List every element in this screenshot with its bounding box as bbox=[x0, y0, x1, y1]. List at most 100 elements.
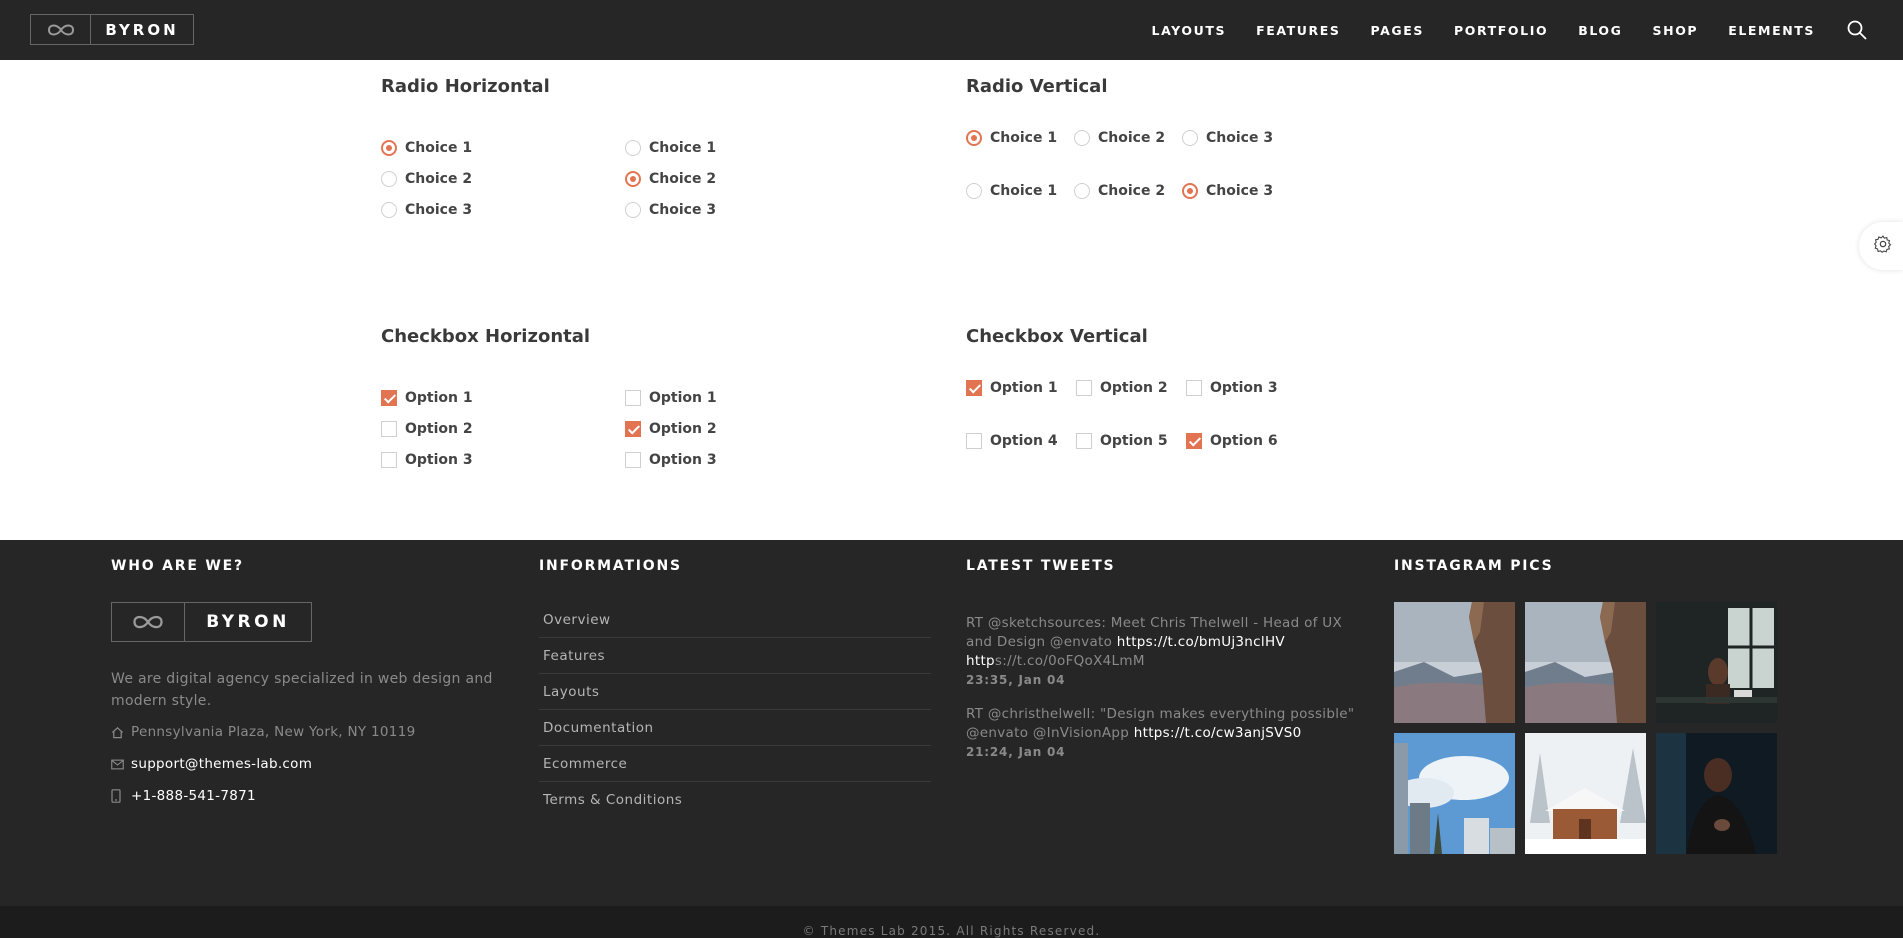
checkbox-option[interactable]: Option 5 bbox=[1076, 433, 1168, 449]
radio-option[interactable]: Choice 1 bbox=[966, 183, 1057, 199]
radio-option[interactable]: Choice 2 bbox=[1074, 130, 1165, 146]
radio-checked[interactable] bbox=[625, 171, 641, 187]
radio-unchecked[interactable] bbox=[625, 202, 641, 218]
checkbox-label: Option 2 bbox=[1100, 380, 1168, 396]
address-text: Pennsylvania Plaza, New York, NY 10119 bbox=[131, 724, 416, 740]
footer-link-ecommerce[interactable]: Ecommerce bbox=[539, 746, 931, 782]
email-link[interactable]: support@themes-lab.com bbox=[131, 756, 312, 772]
checkbox-unchecked[interactable] bbox=[625, 452, 641, 468]
checkbox-unchecked[interactable] bbox=[1076, 380, 1092, 396]
tweet-time: 21:24, Jan 04 bbox=[966, 745, 1066, 759]
footer-address: Pennsylvania Plaza, New York, NY 10119 bbox=[111, 724, 415, 740]
checkbox-option[interactable]: Option 6 bbox=[1186, 433, 1278, 449]
instagram-pic-snow-cabin[interactable] bbox=[1525, 733, 1646, 854]
nav-layouts[interactable]: LAYOUTS bbox=[1152, 23, 1227, 38]
instagram-pic-city-sky[interactable] bbox=[1394, 733, 1515, 854]
radio-option[interactable]: Choice 1 bbox=[381, 140, 472, 156]
radio-label: Choice 2 bbox=[1098, 183, 1166, 199]
footer-link-overview[interactable]: Overview bbox=[539, 602, 931, 638]
tweet-link-2-rest[interactable]: s://t.co/0oFQoX4LmM bbox=[995, 653, 1145, 669]
radio-option[interactable]: Choice 2 bbox=[625, 171, 716, 187]
checkbox-option[interactable]: Option 1 bbox=[381, 390, 473, 406]
nav-features[interactable]: FEATURES bbox=[1256, 23, 1340, 38]
radio-unchecked[interactable] bbox=[381, 202, 397, 218]
checkbox-option[interactable]: Option 3 bbox=[1186, 380, 1278, 396]
settings-panel-toggle[interactable] bbox=[1859, 222, 1903, 270]
main-nav: LAYOUTS FEATURES PAGES PORTFOLIO BLOG SH… bbox=[1152, 0, 1903, 60]
footer-link-documentation[interactable]: Documentation bbox=[539, 710, 931, 746]
radio-checked[interactable] bbox=[381, 140, 397, 156]
nav-shop[interactable]: SHOP bbox=[1653, 23, 1699, 38]
footer-link-terms[interactable]: Terms & Conditions bbox=[539, 782, 931, 818]
search-icon[interactable] bbox=[1847, 20, 1867, 40]
radio-option[interactable]: Choice 2 bbox=[381, 171, 472, 187]
nav-blog[interactable]: BLOG bbox=[1578, 23, 1622, 38]
checkbox-option[interactable]: Option 2 bbox=[381, 421, 473, 437]
checkbox-unchecked[interactable] bbox=[966, 433, 982, 449]
radio-unchecked[interactable] bbox=[1074, 183, 1090, 199]
radio-vertical-title: Radio Vertical bbox=[966, 76, 1108, 97]
instagram-pic-cliff-lake[interactable] bbox=[1394, 602, 1515, 723]
nav-pages[interactable]: PAGES bbox=[1371, 23, 1425, 38]
radio-option[interactable]: Choice 1 bbox=[625, 140, 716, 156]
radio-unchecked[interactable] bbox=[1182, 130, 1198, 146]
checkbox-checked[interactable] bbox=[1186, 433, 1202, 449]
infinity-logo-icon bbox=[112, 603, 185, 641]
radio-option[interactable]: Choice 3 bbox=[381, 202, 472, 218]
tweet-link[interactable]: https://t.co/cw3anjSVS0 bbox=[1134, 725, 1302, 741]
checkbox-option[interactable]: Option 2 bbox=[1076, 380, 1168, 396]
checkbox-option[interactable]: Option 3 bbox=[625, 452, 717, 468]
checkbox-label: Option 2 bbox=[405, 421, 473, 437]
radio-label: Choice 3 bbox=[405, 202, 473, 218]
checkbox-label: Option 1 bbox=[649, 390, 717, 406]
checkbox-option[interactable]: Option 1 bbox=[966, 380, 1058, 396]
checkbox-unchecked[interactable] bbox=[1186, 380, 1202, 396]
checkbox-option[interactable]: Option 1 bbox=[625, 390, 717, 406]
infinity-logo-icon bbox=[31, 15, 91, 44]
checkbox-unchecked[interactable] bbox=[381, 452, 397, 468]
checkbox-option[interactable]: Option 3 bbox=[381, 452, 473, 468]
radio-horizontal-title: Radio Horizontal bbox=[381, 76, 550, 97]
radio-option[interactable]: Choice 2 bbox=[1074, 183, 1165, 199]
radio-option[interactable]: Choice 3 bbox=[1182, 130, 1273, 146]
radio-checked[interactable] bbox=[1182, 183, 1198, 199]
radio-unchecked[interactable] bbox=[625, 140, 641, 156]
checkbox-checked[interactable] bbox=[381, 390, 397, 406]
checkbox-label: Option 3 bbox=[649, 452, 717, 468]
checkbox-horizontal-title: Checkbox Horizontal bbox=[381, 326, 591, 347]
checkbox-label: Option 5 bbox=[1100, 433, 1168, 449]
radio-option[interactable]: Choice 3 bbox=[1182, 183, 1273, 199]
footer-link-features[interactable]: Features bbox=[539, 638, 931, 674]
checkbox-unchecked[interactable] bbox=[625, 390, 641, 406]
checkbox-checked[interactable] bbox=[966, 380, 982, 396]
footer-email[interactable]: support@themes-lab.com bbox=[111, 756, 312, 772]
radio-option[interactable]: Choice 1 bbox=[966, 130, 1057, 146]
nav-elements[interactable]: ELEMENTS bbox=[1728, 23, 1815, 38]
top-navbar: BYRON LAYOUTS FEATURES PAGES PORTFOLIO B… bbox=[0, 0, 1903, 60]
tweet-link[interactable]: https://t.co/bmUj3nclHV bbox=[1117, 634, 1285, 650]
checkbox-option[interactable]: Option 2 bbox=[625, 421, 717, 437]
radio-checked[interactable] bbox=[966, 130, 982, 146]
tweet-link-2[interactable]: http bbox=[966, 653, 995, 669]
instagram-pic-dark-portrait[interactable] bbox=[1656, 733, 1777, 854]
checkbox-vertical-title: Checkbox Vertical bbox=[966, 326, 1148, 347]
checkbox-label: Option 3 bbox=[405, 452, 473, 468]
footer-phone[interactable]: +1-888-541-7871 bbox=[111, 788, 256, 804]
copyright-bar: © Themes Lab 2015. All Rights Reserved. bbox=[0, 906, 1903, 938]
checkbox-label: Option 1 bbox=[990, 380, 1058, 396]
radio-option[interactable]: Choice 3 bbox=[625, 202, 716, 218]
footer-link-layouts[interactable]: Layouts bbox=[539, 674, 931, 710]
checkbox-option[interactable]: Option 4 bbox=[966, 433, 1058, 449]
brand-logo[interactable]: BYRON bbox=[30, 14, 194, 45]
radio-unchecked[interactable] bbox=[1074, 130, 1090, 146]
instagram-pic-cliff-lake[interactable] bbox=[1525, 602, 1646, 723]
checkbox-unchecked[interactable] bbox=[381, 421, 397, 437]
checkbox-checked[interactable] bbox=[625, 421, 641, 437]
radio-unchecked[interactable] bbox=[966, 183, 982, 199]
instagram-pic-dark-window-desk[interactable] bbox=[1656, 602, 1777, 723]
phone-text[interactable]: +1-888-541-7871 bbox=[131, 788, 256, 804]
footer-brand-logo[interactable]: BYRON bbox=[111, 602, 312, 642]
radio-unchecked[interactable] bbox=[381, 171, 397, 187]
checkbox-unchecked[interactable] bbox=[1076, 433, 1092, 449]
nav-portfolio[interactable]: PORTFOLIO bbox=[1454, 23, 1548, 38]
